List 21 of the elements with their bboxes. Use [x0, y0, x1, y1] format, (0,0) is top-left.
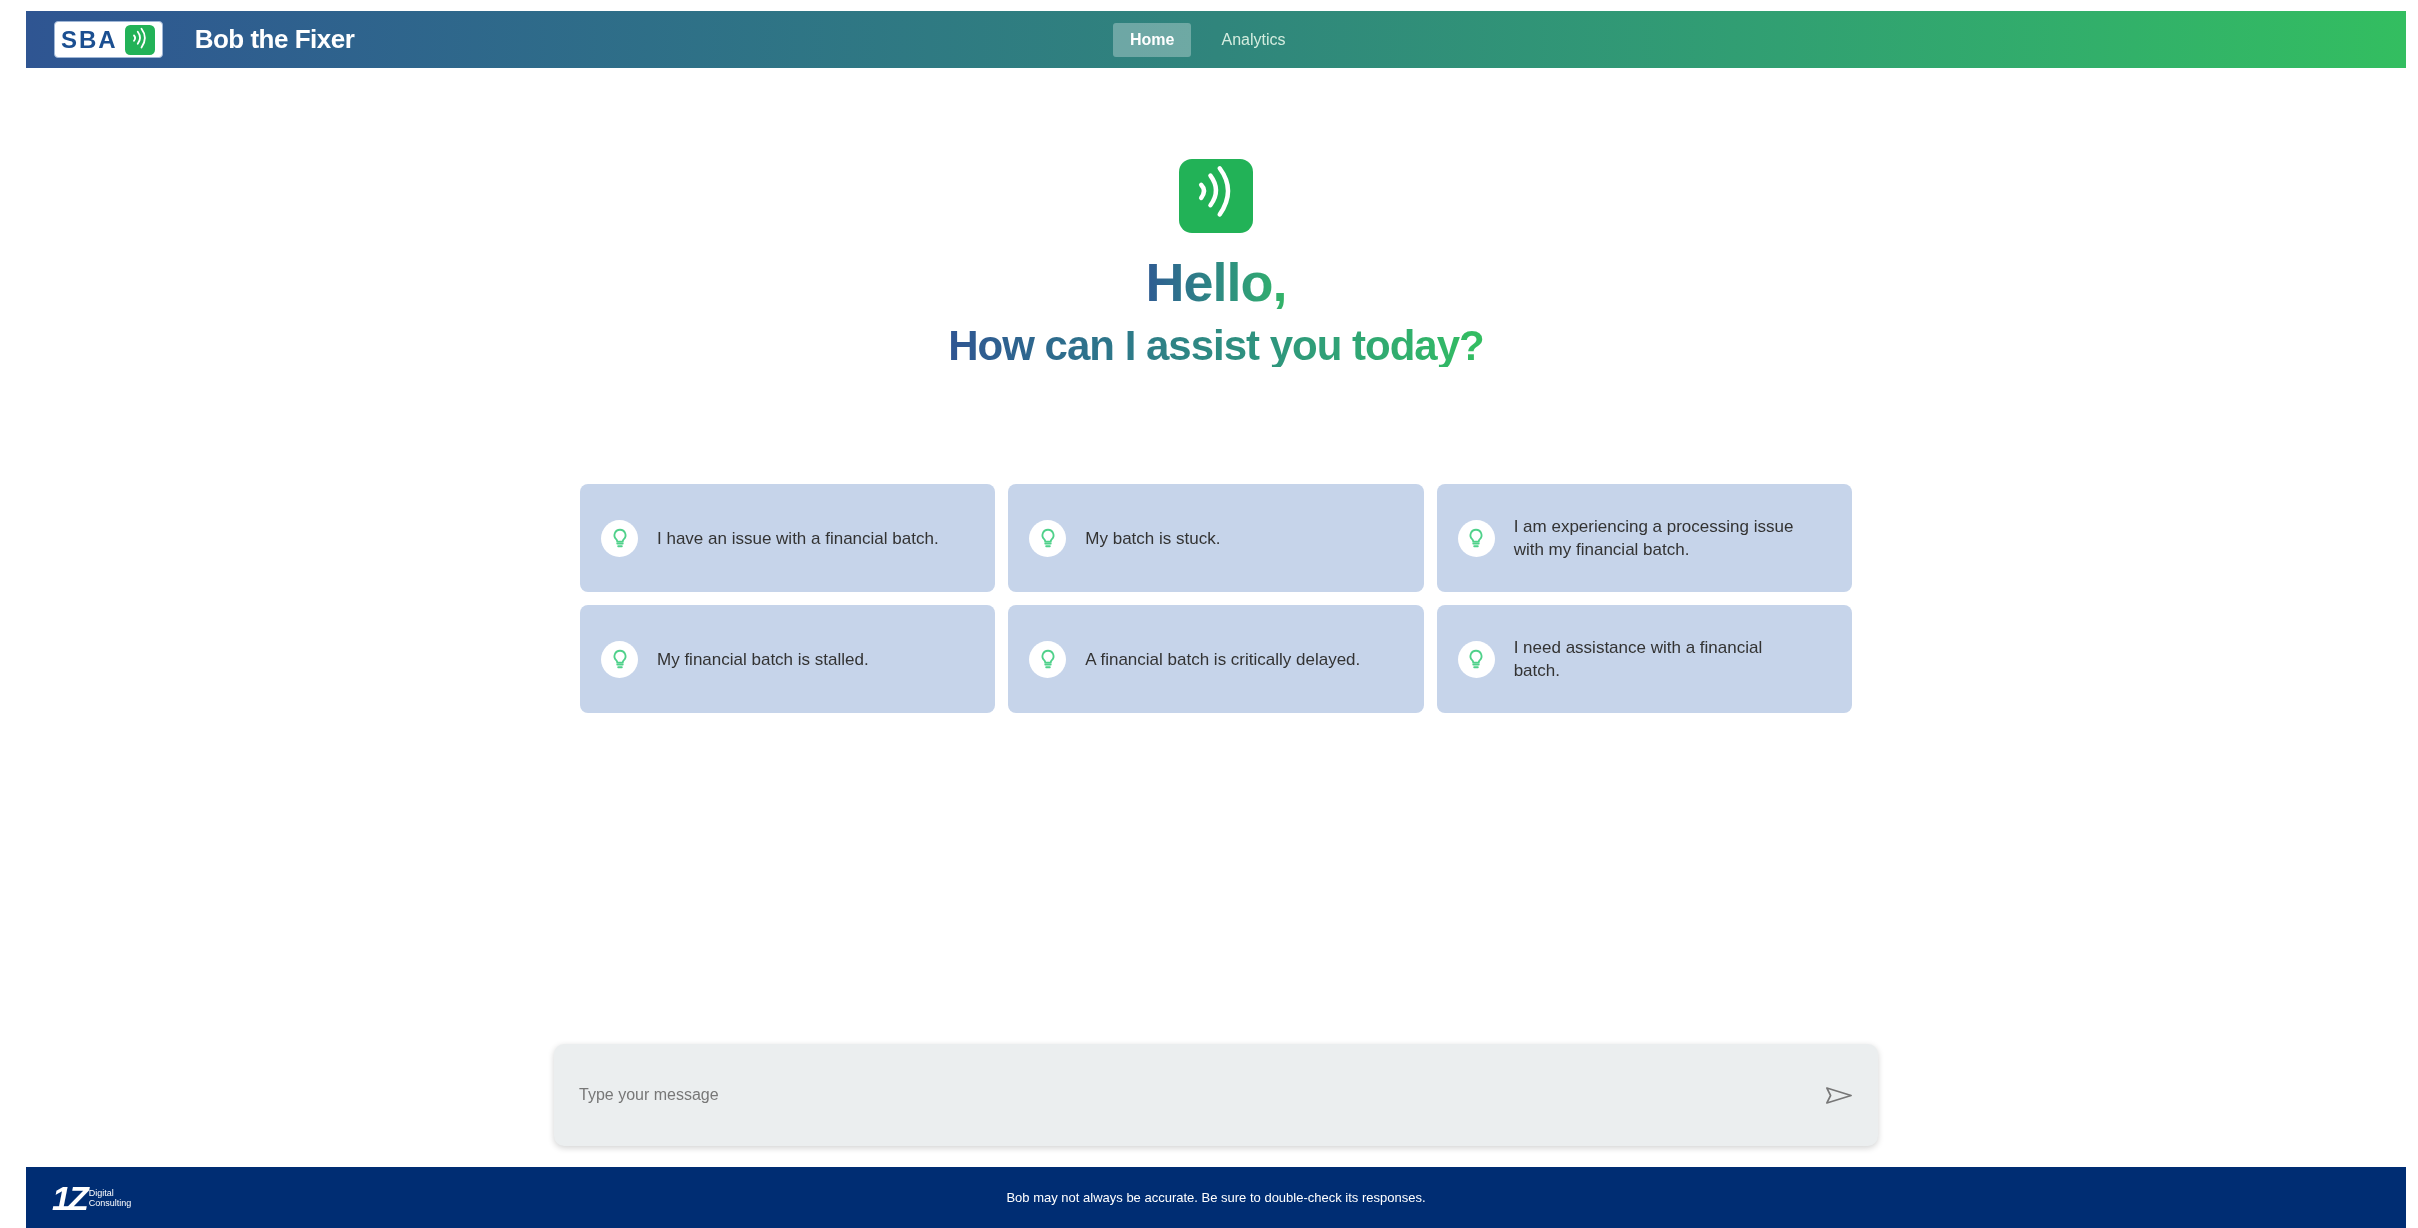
suggestion-card[interactable]: My financial batch is stalled.: [580, 605, 996, 713]
send-icon[interactable]: [1825, 1085, 1853, 1105]
lightbulb-icon: [1457, 640, 1495, 678]
message-input[interactable]: Type your message: [579, 1083, 1825, 1107]
disclaimer-text: Bob may not always be accurate. Be sure to double-check its responses.: [1006, 1188, 1426, 1207]
logo-text: SBA: [61, 24, 118, 55]
suggestion-card[interactable]: I need assistance with a financial batch.: [1436, 605, 1852, 713]
lightbulb-icon: [601, 519, 638, 557]
lightbulb-icon: [1457, 519, 1495, 557]
suggestion-card[interactable]: A financial batch is critically delayed.: [1008, 605, 1424, 713]
app-title: Bob the Fixer: [194, 23, 355, 56]
assistant-logo-icon: [1176, 159, 1256, 233]
suggestion-card[interactable]: I have an issue with a financial batch.: [580, 484, 996, 592]
nav-tab[interactable]: Analytics: [1219, 22, 1288, 57]
lightbulb-icon: [1029, 519, 1067, 557]
suggestion-card[interactable]: My batch is stuck.: [1008, 484, 1424, 592]
suggestion-card[interactable]: I am experiencing a processing issue with my financial batch.: [1436, 484, 1852, 592]
lightbulb-icon: [601, 640, 638, 678]
lightbulb-icon: [1029, 640, 1067, 678]
waves-icon: [123, 24, 156, 55]
message-composer[interactable]: Type your message: [554, 1044, 1878, 1146]
